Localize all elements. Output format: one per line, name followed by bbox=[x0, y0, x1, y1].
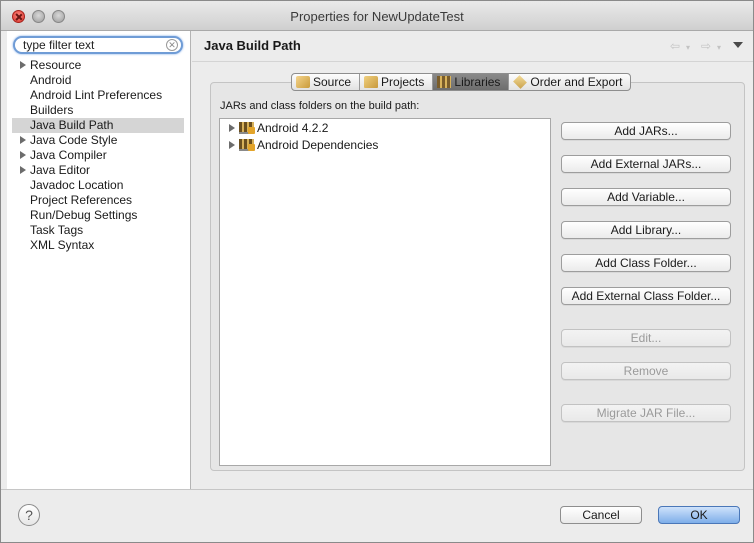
add-library-button[interactable]: Add Library... bbox=[561, 221, 731, 239]
tree-item-resource[interactable]: Resource bbox=[12, 58, 184, 73]
library-item[interactable]: Android 4.2.2 bbox=[220, 120, 328, 136]
filter-input[interactable] bbox=[23, 38, 159, 52]
jar-library-icon bbox=[239, 139, 255, 151]
tab-order-and-export[interactable]: Order and Export bbox=[509, 74, 630, 90]
window-title: Properties for NewUpdateTest bbox=[290, 9, 464, 24]
add-jars-button[interactable]: Add JARs... bbox=[561, 122, 731, 140]
edit-button[interactable]: Edit... bbox=[561, 329, 731, 347]
tree-item-java-compiler[interactable]: Java Compiler bbox=[12, 148, 184, 163]
tree-item-builders[interactable]: Builders bbox=[12, 103, 184, 118]
clear-filter-icon[interactable]: ✕ bbox=[166, 39, 178, 51]
add-external-class-folder-button[interactable]: Add External Class Folder... bbox=[561, 287, 731, 305]
tab-label: Order and Export bbox=[530, 75, 623, 89]
tree-item-label: Android bbox=[30, 73, 72, 87]
property-pages-tree: Resource Android Android Lint Preferences B… bbox=[12, 58, 184, 253]
tree-item-java-editor[interactable]: Java Editor bbox=[12, 163, 184, 178]
order-export-icon bbox=[513, 75, 528, 89]
property-pages-panel: ✕ ResourceAndroidAndroid Lint Preference… bbox=[7, 31, 191, 489]
jar-library-icon bbox=[239, 122, 255, 134]
expand-triangle-icon[interactable] bbox=[20, 136, 26, 144]
expand-triangle-icon[interactable] bbox=[229, 124, 235, 132]
tree-item-javadoc-location[interactable]: Javadoc Location bbox=[12, 178, 184, 193]
expand-triangle-icon[interactable] bbox=[20, 61, 26, 69]
tree-item-label: Java Compiler bbox=[30, 148, 107, 162]
build-path-tabs: Source Projects Libraries Order and Export bbox=[291, 73, 632, 91]
expand-triangle-icon[interactable] bbox=[229, 141, 235, 149]
remove-button[interactable]: Remove bbox=[561, 362, 731, 380]
tab-label: Source bbox=[313, 75, 352, 89]
tree-item-java-code-style[interactable]: Java Code Style bbox=[12, 133, 184, 148]
tree-item-label: Run/Debug Settings bbox=[30, 208, 138, 222]
page-title: Java Build Path bbox=[204, 38, 301, 53]
source-folder-icon bbox=[296, 76, 310, 88]
back-arrow-icon[interactable]: ⇦ bbox=[670, 39, 680, 53]
tree-item-java-build-path[interactable]: Java Build Path bbox=[12, 118, 184, 133]
tab-source[interactable]: Source bbox=[292, 74, 361, 90]
add-class-folder-button[interactable]: Add Class Folder... bbox=[561, 254, 731, 272]
bottom-divider bbox=[1, 489, 753, 490]
page-content: Java Build Path ⇦ ▾ ⇨ ▾ Source Projects Li… bbox=[192, 31, 753, 489]
library-item-label: Android Dependencies bbox=[257, 138, 379, 152]
tree-item-run-debug-settings[interactable]: Run/Debug Settings bbox=[12, 208, 184, 223]
libraries-icon bbox=[437, 76, 452, 88]
tree-item-label: Builders bbox=[30, 103, 74, 117]
expand-triangle-icon[interactable] bbox=[20, 151, 26, 159]
tree-item-task-tags[interactable]: Task Tags bbox=[12, 223, 184, 238]
cancel-button[interactable]: Cancel bbox=[560, 506, 642, 524]
forward-arrow-icon[interactable]: ⇨ bbox=[701, 39, 711, 53]
tree-item-label: Java Build Path bbox=[30, 118, 114, 132]
title-divider bbox=[192, 61, 753, 62]
ok-button[interactable]: OK bbox=[658, 506, 740, 524]
library-item[interactable]: Android Dependencies bbox=[220, 137, 378, 153]
view-menu-icon[interactable] bbox=[733, 42, 743, 48]
tab-label: Libraries bbox=[454, 75, 501, 89]
tree-item-label: Task Tags bbox=[30, 223, 84, 237]
projects-folder-icon bbox=[364, 76, 379, 88]
tab-libraries[interactable]: Libraries bbox=[433, 74, 510, 90]
tree-item-xml-syntax[interactable]: XML Syntax bbox=[12, 238, 184, 253]
library-item-label: Android 4.2.2 bbox=[257, 121, 329, 135]
tree-item-label: Project References bbox=[30, 193, 133, 207]
title-bar: Properties for NewUpdateTest bbox=[1, 1, 753, 31]
tree-item-label: XML Syntax bbox=[30, 238, 95, 252]
tab-projects[interactable]: Projects bbox=[360, 74, 434, 90]
libraries-list-label: JARs and class folders on the build path… bbox=[220, 100, 420, 112]
tree-item-label: Android Lint Preferences bbox=[30, 88, 163, 102]
libraries-list[interactable]: Android 4.2.2 Android Dependencies bbox=[219, 118, 551, 466]
tab-label: Projects bbox=[381, 75, 425, 89]
back-history-chevron-icon[interactable]: ▾ bbox=[686, 43, 690, 52]
expand-triangle-icon[interactable] bbox=[20, 166, 26, 174]
migrate-jar-file-button[interactable]: Migrate JAR File... bbox=[561, 404, 731, 422]
tree-item-android[interactable]: Android bbox=[12, 73, 184, 88]
forward-history-chevron-icon[interactable]: ▾ bbox=[717, 43, 721, 52]
tree-item-label: Java Editor bbox=[30, 163, 91, 177]
help-button[interactable]: ? bbox=[18, 504, 40, 526]
tree-item-label: Javadoc Location bbox=[30, 178, 124, 192]
tree-item-label: Resource bbox=[30, 58, 82, 72]
add-variable-button[interactable]: Add Variable... bbox=[561, 188, 731, 206]
tree-item-label: Java Code Style bbox=[30, 133, 118, 147]
properties-dialog: Properties for NewUpdateTest ✕ ResourceA… bbox=[0, 0, 754, 543]
add-external-jars-button[interactable]: Add External JARs... bbox=[561, 155, 731, 173]
tree-item-android-lint-preferences[interactable]: Android Lint Preferences bbox=[12, 88, 184, 103]
filter-box: ✕ bbox=[13, 36, 183, 54]
tree-item-project-references[interactable]: Project References bbox=[12, 193, 184, 208]
